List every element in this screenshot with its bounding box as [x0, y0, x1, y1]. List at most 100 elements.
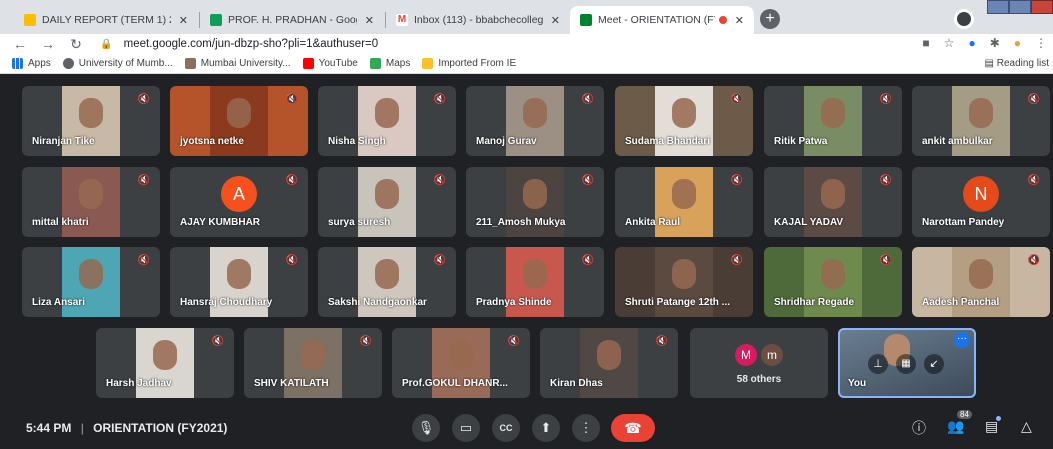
participant-tile[interactable]: 🔇 Liza Ansari	[22, 247, 160, 317]
participant-name: jyotsna netke	[180, 136, 244, 147]
hangup-icon: ☎	[624, 420, 642, 436]
participant-tile[interactable]: 🔇 Sudama Bhandari	[615, 86, 753, 156]
present-icon: ⬆	[540, 420, 552, 435]
participant-face	[79, 179, 103, 209]
participant-tile[interactable]: 🔇 Nisha Singh	[318, 86, 456, 156]
tab-pradhan-sheet[interactable]: PROF. H. PRADHAN - Google Sh ✕	[200, 6, 384, 34]
participant-tile[interactable]: 🔇 Ankita Raul	[615, 167, 753, 237]
globe-icon	[62, 58, 74, 69]
tab-inbox[interactable]: M Inbox (113) - bbabchecollege@ ✕	[386, 6, 570, 34]
participant-tile[interactable]: 🔇 Prof.GOKUL DHANR...	[392, 328, 530, 398]
more-options-button[interactable]: ⋮	[572, 414, 600, 442]
participant-face	[227, 259, 251, 289]
puzzle-icon[interactable]: ✱	[990, 36, 1000, 50]
captions-button[interactable]: CC	[492, 414, 520, 442]
mic-off-icon: 🔇	[879, 255, 892, 266]
mic-off-icon: 🔇	[1027, 175, 1040, 186]
avatar-icon[interactable]: ●	[1014, 36, 1021, 50]
participant-name: AJAY KUMBHAR	[180, 217, 261, 228]
bookmarks-bar: Apps University of Mumb... Mumbai Univer…	[0, 54, 1053, 74]
participant-face	[375, 179, 399, 209]
minimize-icon[interactable]	[987, 0, 1009, 14]
camera-button[interactable]: ▭	[452, 414, 480, 442]
bookmark-apps[interactable]: Apps	[12, 58, 51, 69]
participant-face	[79, 259, 103, 289]
participant-name: Nisha Singh	[328, 136, 386, 147]
participant-tile[interactable]: 🔇 ankit ambulkar	[912, 86, 1050, 156]
participant-tile[interactable]: 🔇 Aadesh Panchal	[912, 247, 1050, 317]
bookmark-label: Imported From IE	[438, 58, 517, 69]
participant-tile[interactable]: 🔇 Kiran Dhas	[540, 328, 678, 398]
mic-off-icon: 🔇	[1027, 94, 1040, 105]
participant-tile[interactable]: 🔇 Harsh Jadhav	[96, 328, 234, 398]
forward-icon[interactable]: →	[34, 36, 62, 52]
others-tile[interactable]: M m 58 others	[690, 328, 828, 398]
participant-tile[interactable]: 🔇 jyotsna netke	[170, 86, 308, 156]
menu-icon[interactable]: ⋮	[1035, 36, 1047, 50]
participant-tile[interactable]: 🔇 surya suresh	[318, 167, 456, 237]
tab-strip: DAILY REPORT (TERM 1) 2020-20 ✕ PROF. H.…	[0, 0, 1053, 34]
participant-face	[597, 340, 621, 370]
participant-name: KAJAL YADAV	[774, 217, 844, 228]
mic-off-icon: 🔇	[285, 94, 298, 105]
bookmark-university[interactable]: University of Mumb...	[62, 58, 173, 69]
participant-tile[interactable]: 🔇 mittal khatri	[22, 167, 160, 237]
participant-tile[interactable]: 🔇 KAJAL YADAV	[764, 167, 902, 237]
reload-icon[interactable]: ↻	[62, 36, 90, 53]
close-window-icon[interactable]	[1031, 0, 1053, 14]
tab-daily-report[interactable]: DAILY REPORT (TERM 1) 2020-20 ✕	[14, 6, 198, 34]
close-tab-icon[interactable]: ✕	[365, 14, 374, 27]
bookmark-label: Maps	[385, 58, 411, 69]
close-tab-icon[interactable]: ✕	[179, 14, 188, 27]
chat-unread-dot	[996, 416, 1001, 421]
mic-off-icon: 🔇	[433, 255, 446, 266]
close-tab-icon[interactable]: ✕	[551, 14, 560, 27]
meeting-details-icon[interactable]: ⓘ	[912, 418, 926, 438]
bookmark-imported[interactable]: Imported From IE	[422, 58, 516, 69]
tab-meet[interactable]: Meet - ORIENTATION (FY202 ✕	[570, 6, 754, 34]
close-tab-icon[interactable]: ✕	[735, 14, 744, 27]
participant-tile[interactable]: 🔇 Shridhar Regade	[764, 247, 902, 317]
participant-face	[153, 340, 177, 370]
mic-off-icon: 🔇	[879, 94, 892, 105]
present-button[interactable]: ⬆	[532, 414, 560, 442]
extension-icon[interactable]: ●	[968, 36, 975, 50]
participant-tile[interactable]: A 🔇 AJAY KUMBHAR	[170, 167, 308, 237]
participant-name: Prof.GOKUL DHANR...	[402, 378, 508, 389]
participant-tile[interactable]: N 🔇 Narottam Pandey	[912, 167, 1050, 237]
meet-stage: 🔇 Niranjan Tike 🔇 jyotsna netke 🔇 Nisha Singh…	[0, 75, 1053, 449]
gmail-icon: M	[396, 14, 408, 26]
mic-off-icon: 🔇	[285, 175, 298, 186]
profile-icon[interactable]	[954, 9, 974, 29]
bookmark-youtube[interactable]: YouTube	[302, 58, 358, 69]
star-icon[interactable]: ☆	[944, 36, 955, 50]
bookmark-maps[interactable]: Maps	[369, 58, 411, 69]
back-icon[interactable]: ←	[6, 36, 34, 52]
participant-tile[interactable]: 🔇 Pradnya Shinde	[466, 247, 604, 317]
participant-name: Kiran Dhas	[550, 378, 603, 389]
participant-tile[interactable]: 🔇 Niranjan Tike	[22, 86, 160, 156]
participant-tile[interactable]: 🔇 Manoj Gurav	[466, 86, 604, 156]
participant-face	[672, 259, 696, 289]
leave-call-button[interactable]: ☎	[611, 414, 655, 442]
meet-icon	[580, 14, 592, 26]
address-bar[interactable]: 🔒 meet.google.com/jun-dbzp-sho?pli=1&aut…	[100, 34, 378, 54]
participant-name: mittal khatri	[32, 217, 89, 228]
activities-icon[interactable]: △	[1021, 418, 1032, 435]
microphone-button[interactable]: 🎙	[412, 414, 440, 442]
participant-tile[interactable]: 🔇 Ritik Patwa	[764, 86, 902, 156]
meeting-info-separator: |	[80, 421, 84, 435]
new-tab-button[interactable]: +	[760, 9, 780, 29]
maximize-icon[interactable]	[1009, 0, 1031, 14]
bookmark-label: YouTube	[318, 58, 358, 69]
camera-indicator-icon[interactable]: ■	[922, 36, 929, 50]
participant-tile[interactable]: 🔇 Hansraj Choudhary	[170, 247, 308, 317]
participant-tile[interactable]: 🔇 211_Amosh Mukya	[466, 167, 604, 237]
participant-tile[interactable]: 🔇 SHIV KATILATH	[244, 328, 382, 398]
people-icon[interactable]: 👥	[947, 418, 964, 435]
mic-off-icon: 🔇	[655, 336, 668, 347]
participant-tile[interactable]: 🔇 Sakshi Nandgaonkar	[318, 247, 456, 317]
reading-list-button[interactable]: ▤ Reading list	[985, 58, 1050, 69]
bookmark-mumbai-university[interactable]: Mumbai University...	[184, 58, 291, 69]
participant-tile[interactable]: 🔇 Shruti Patange 12th ...	[615, 247, 753, 317]
